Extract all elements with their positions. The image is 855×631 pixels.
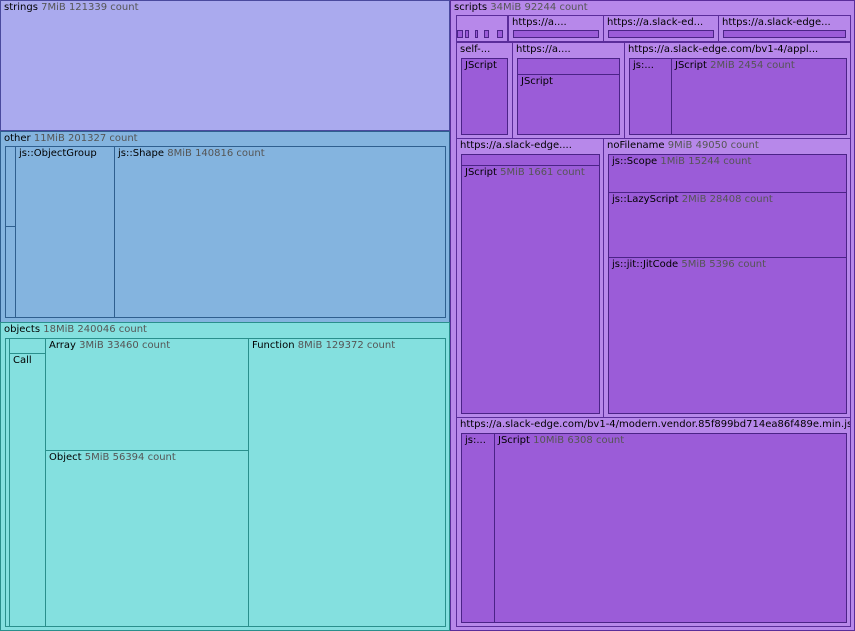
node-label: js::jit::JitCode 5MiB 5396 count (612, 259, 767, 270)
node-label: self-... (460, 44, 491, 55)
node-label: js:... (465, 435, 486, 446)
node-label: https://a.slack-edge... (722, 17, 831, 28)
treemap-node-js[interactable]: js:... (461, 433, 495, 623)
treemap-node-tiny[interactable] (475, 30, 478, 38)
treemap-node-call[interactable]: Call (9, 353, 46, 627)
treemap-node-js[interactable]: js:... (629, 58, 672, 135)
node-label: JScript 10MiB 6308 count (498, 435, 625, 446)
treemap-node-top3[interactable]: https://a.slack-edge... (718, 15, 851, 42)
node-label: https://a.slack-edge.com/bv1-4/modern.ve… (460, 419, 851, 430)
node-label: Object 5MiB 56394 count (49, 452, 176, 463)
treemap-node-small[interactable] (456, 15, 508, 42)
treemap-node-object-group[interactable]: js::ObjectGroup (15, 146, 116, 318)
node-label: JScript (465, 60, 497, 71)
treemap-node-slack-left[interactable]: https://a.slack-edge.... JScript 5MiB 16… (456, 138, 604, 418)
node-label: Array 3MiB 33460 count (49, 340, 171, 351)
node-label: JScript 2MiB 2454 count (675, 60, 795, 71)
node-label: https://a.slack-edge.com/bv1-4/appl... (628, 44, 819, 55)
treemap-node-array[interactable]: Array 3MiB 33460 count (45, 338, 249, 451)
treemap-node-scripts[interactable]: scripts 34MiB 92244 count https://a.... … (450, 0, 855, 631)
treemap-node-vendor[interactable]: https://a.slack-edge.com/bv1-4/modern.ve… (456, 417, 851, 627)
treemap-node-small[interactable] (9, 338, 46, 354)
treemap-node-nofilename[interactable]: noFilename 9MiB 49050 count js::Scope 1M… (603, 138, 851, 418)
treemap-node-object[interactable]: Object 5MiB 56394 count (45, 450, 249, 627)
treemap-node-function[interactable]: Function 8MiB 129372 count (248, 338, 446, 627)
treemap-node-tiny[interactable] (513, 30, 599, 38)
treemap-node-tiny[interactable] (608, 30, 714, 38)
node-label: Call (13, 355, 32, 366)
node-label: https://a.... (516, 44, 571, 55)
treemap-node-jscript[interactable]: JScript 10MiB 6308 count (494, 433, 847, 623)
treemap-node-mid[interactable]: https://a.... JScript (512, 42, 625, 139)
treemap-node-appl[interactable]: https://a.slack-edge.com/bv1-4/appl... j… (624, 42, 851, 139)
treemap-node-lazyscript[interactable]: js::LazyScript 2MiB 28408 count (608, 192, 847, 258)
treemap-node-scope[interactable]: js::Scope 1MiB 15244 count (608, 154, 847, 193)
treemap-node-self[interactable]: self-... JScript (456, 42, 513, 139)
treemap-node-tiny[interactable] (457, 30, 463, 38)
node-label: JScript (521, 76, 553, 87)
treemap-node-top2[interactable]: https://a.slack-ed... (603, 15, 719, 42)
treemap-node-jscript[interactable]: JScript 2MiB 2454 count (671, 58, 847, 135)
node-label: Function 8MiB 129372 count (252, 340, 396, 351)
node-label: https://a.... (512, 17, 567, 28)
node-label: https://a.slack-ed... (607, 17, 704, 28)
node-label: https://a.slack-edge.... (460, 140, 572, 151)
node-label: JScript 5MiB 1661 count (465, 167, 585, 178)
treemap-node-tiny[interactable] (517, 58, 620, 75)
treemap-node-jscript[interactable]: JScript (461, 58, 508, 135)
treemap-node-tiny[interactable] (484, 30, 489, 38)
treemap-node-top1[interactable]: https://a.... (508, 15, 604, 42)
treemap-node-jscript[interactable]: JScript 5MiB 1661 count (461, 165, 600, 414)
node-label: js::LazyScript 2MiB 28408 count (612, 194, 773, 205)
node-label: js::ObjectGroup (19, 148, 97, 159)
treemap-node-tiny[interactable] (465, 30, 469, 38)
treemap-node-tiny[interactable] (723, 30, 846, 38)
treemap-node-strings[interactable]: strings 7MiB 121339 count (0, 0, 450, 131)
node-label: scripts 34MiB 92244 count (454, 2, 588, 13)
node-label: strings 7MiB 121339 count (4, 2, 139, 13)
treemap-node-objects[interactable]: objects 18MiB 240046 count Call Array 3M… (0, 322, 450, 631)
node-label: noFilename 9MiB 49050 count (607, 140, 759, 151)
node-label: other 11MiB 201327 count (4, 133, 138, 144)
treemap-node-tiny[interactable] (497, 30, 503, 38)
node-label: js::Scope 1MiB 15244 count (612, 156, 752, 167)
node-label: js::Shape 8MiB 140816 count (118, 148, 265, 159)
treemap-node-jscript[interactable]: JScript (517, 74, 620, 135)
treemap-node-jitcode[interactable]: js::jit::JitCode 5MiB 5396 count (608, 257, 847, 414)
node-label: js:... (633, 60, 654, 71)
treemap-node-shape[interactable]: js::Shape 8MiB 140816 count (114, 146, 446, 318)
node-label: objects 18MiB 240046 count (4, 324, 147, 335)
treemap-node-other[interactable]: other 11MiB 201327 count js::ObjectGroup… (0, 131, 450, 323)
